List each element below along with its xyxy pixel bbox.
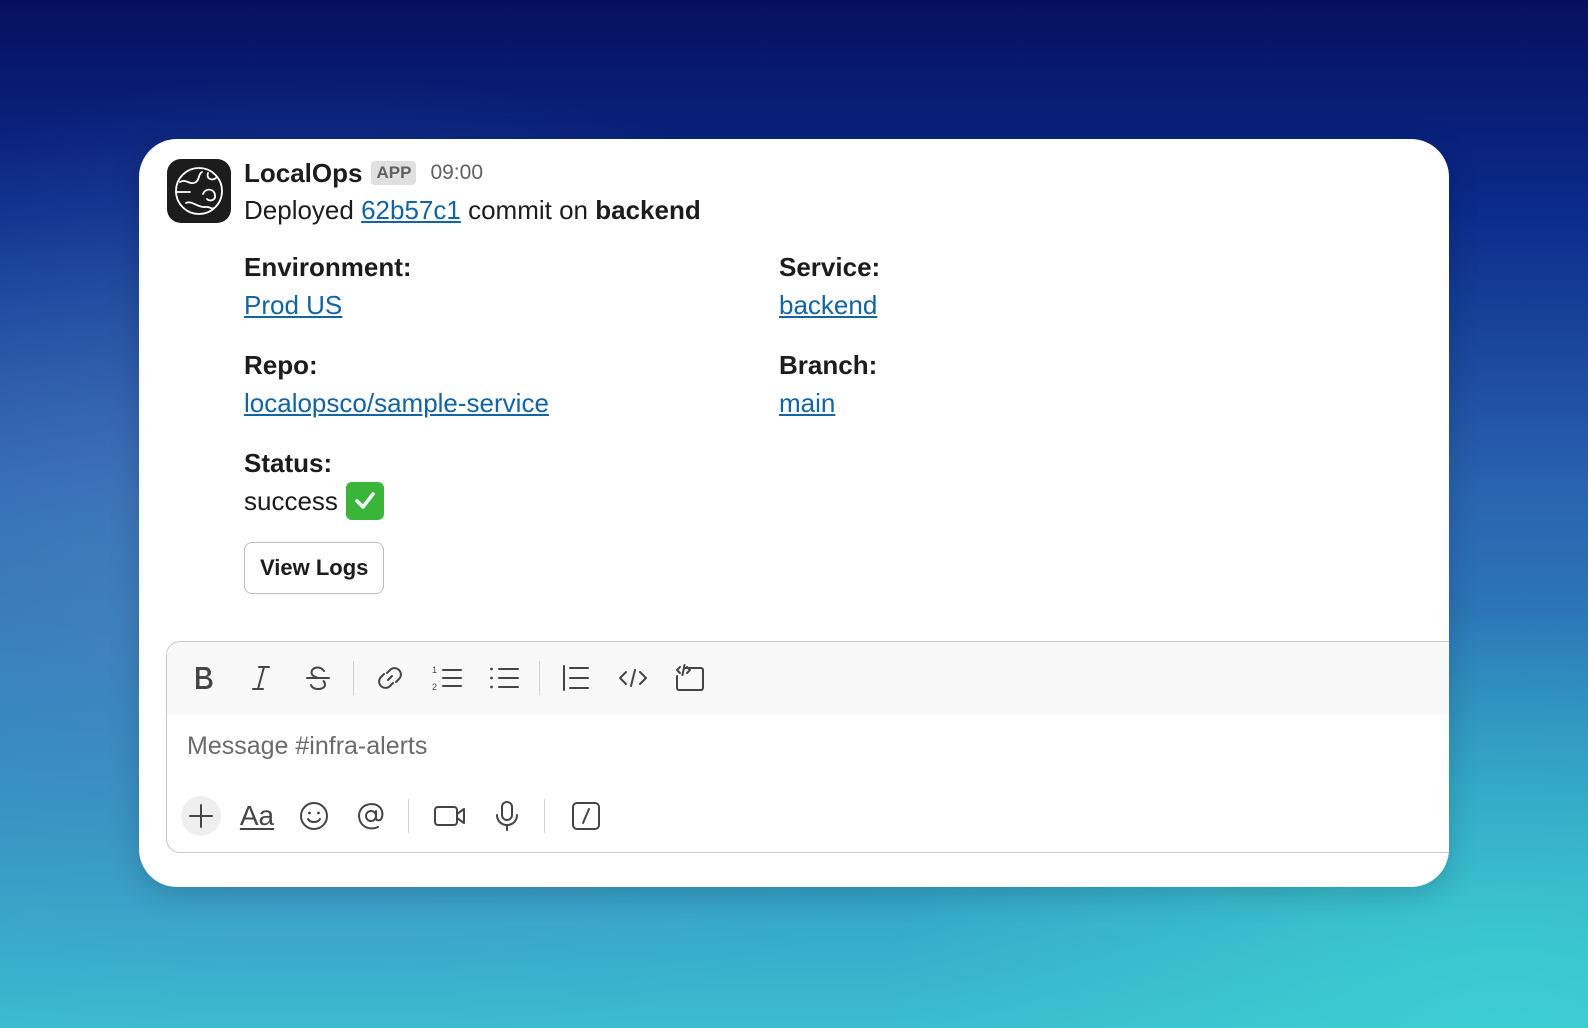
mention-icon[interactable] [353,798,389,834]
globe-icon [175,167,223,215]
bold-icon[interactable] [187,661,221,695]
field-status: Status: success [244,444,779,520]
field-label: Environment: [244,252,412,282]
message-timestamp[interactable]: 09:00 [430,161,483,185]
code-icon[interactable] [616,661,650,695]
svg-text:1: 1 [432,665,437,675]
field-environment: Environment: Prod US [244,248,779,324]
field-repo: Repo: localopsco/sample-service [244,346,779,422]
message-header: LocalOps APP 09:00 [244,155,1409,191]
toolbar-divider [408,799,409,833]
message-composer: 12 Aa [166,641,1449,853]
shortcuts-icon[interactable] [568,798,604,834]
field-service: Service: backend [779,248,1279,324]
repo-link[interactable]: localopsco/sample-service [244,388,549,418]
status-value: success [244,486,338,516]
strikethrough-icon[interactable] [301,661,335,695]
field-branch: Branch: main [779,346,1279,422]
italic-icon[interactable] [244,661,278,695]
toolbar-divider [353,661,354,695]
video-icon[interactable] [432,798,468,834]
deploy-fields: Environment: Prod US Service: backend Re… [244,248,1409,520]
check-mark-icon [345,482,384,520]
commit-link[interactable]: 62b57c1 [361,195,461,225]
environment-link[interactable]: Prod US [244,290,342,320]
field-label: Branch: [779,350,878,380]
code-block-icon[interactable] [673,661,707,695]
field-label: Service: [779,252,881,282]
emoji-icon[interactable] [296,798,332,834]
plus-icon[interactable] [181,796,221,836]
formatting-toolbar: 12 [167,642,1449,714]
formatting-label: Aa [239,800,275,831]
message-input[interactable] [187,732,1087,761]
app-name[interactable]: LocalOps [244,158,362,189]
field-label: Repo: [244,350,318,380]
svg-text:2: 2 [432,682,437,692]
link-icon[interactable] [373,661,407,695]
app-badge: APP [371,161,417,185]
blockquote-icon[interactable] [559,661,593,695]
deploy-middle: commit on [468,195,589,225]
deploy-prefix: Deployed [244,195,354,225]
composer-actions: Aa [181,796,625,836]
view-logs-button[interactable]: View Logs [244,542,385,594]
toolbar-divider [544,799,545,833]
ordered-list-icon[interactable]: 12 [430,661,464,695]
deploy-summary: Deployed 62b57c1 commit on backend [244,195,1409,226]
message-card: LocalOps APP 09:00 Deployed 62b57c1 comm… [139,139,1449,887]
message-body: LocalOps APP 09:00 Deployed 62b57c1 comm… [244,155,1409,594]
branch-link[interactable]: main [779,388,835,418]
bulleted-list-icon[interactable] [487,661,521,695]
deploy-service: backend [595,195,701,225]
field-label: Status: [244,448,333,478]
app-avatar[interactable] [167,159,231,223]
toolbar-divider [539,661,540,695]
microphone-icon[interactable] [489,798,525,834]
service-link[interactable]: backend [779,290,877,320]
formatting-icon[interactable]: Aa [239,798,275,834]
